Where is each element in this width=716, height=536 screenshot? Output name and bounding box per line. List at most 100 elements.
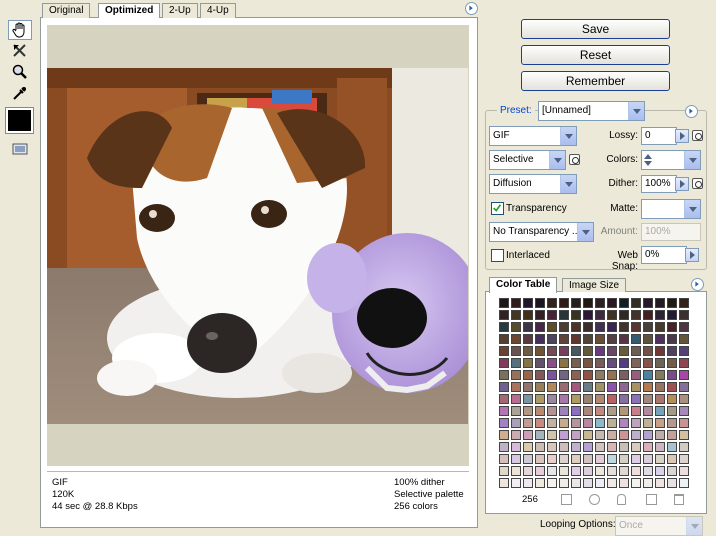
- color-swatch[interactable]: [583, 442, 593, 452]
- color-swatch[interactable]: [619, 370, 629, 380]
- color-swatch[interactable]: [535, 430, 545, 440]
- color-swatch[interactable]: [571, 454, 581, 464]
- dither-algorithm-dropdown[interactable]: Diffusion: [489, 174, 577, 194]
- color-swatch[interactable]: [511, 334, 521, 344]
- color-swatch[interactable]: [607, 418, 617, 428]
- color-swatch[interactable]: [535, 322, 545, 332]
- color-swatch[interactable]: [655, 346, 665, 356]
- color-swatch[interactable]: [643, 466, 653, 476]
- color-swatch[interactable]: [643, 334, 653, 344]
- color-swatch[interactable]: [547, 466, 557, 476]
- color-swatch[interactable]: [571, 442, 581, 452]
- color-swatch[interactable]: [595, 382, 605, 392]
- color-swatch[interactable]: [643, 370, 653, 380]
- color-swatch[interactable]: [583, 370, 593, 380]
- color-swatch[interactable]: [595, 322, 605, 332]
- settings-menu-button[interactable]: [685, 105, 698, 118]
- color-swatch[interactable]: [499, 430, 509, 440]
- eyedropper-color-swatch[interactable]: [5, 107, 34, 134]
- color-swatch[interactable]: [511, 394, 521, 404]
- color-swatch[interactable]: [631, 334, 641, 344]
- transparency-dither-dropdown[interactable]: No Transparency ...: [489, 222, 594, 242]
- color-swatch[interactable]: [499, 394, 509, 404]
- color-swatch[interactable]: [499, 478, 509, 488]
- color-swatch[interactable]: [499, 418, 509, 428]
- color-swatch[interactable]: [655, 466, 665, 476]
- color-swatch[interactable]: [511, 406, 521, 416]
- color-swatch[interactable]: [655, 358, 665, 368]
- color-swatch[interactable]: [535, 358, 545, 368]
- color-swatch[interactable]: [547, 394, 557, 404]
- color-swatch[interactable]: [499, 466, 509, 476]
- color-swatch[interactable]: [571, 346, 581, 356]
- color-swatch[interactable]: [535, 466, 545, 476]
- color-swatch[interactable]: [559, 430, 569, 440]
- web-shift-icon[interactable]: [561, 494, 572, 505]
- color-swatch[interactable]: [511, 346, 521, 356]
- color-swatch[interactable]: [559, 346, 569, 356]
- color-swatch[interactable]: [499, 442, 509, 452]
- color-swatch[interactable]: [523, 322, 533, 332]
- color-swatch[interactable]: [655, 334, 665, 344]
- reduction-mask-icon[interactable]: [569, 154, 580, 165]
- color-swatch[interactable]: [547, 322, 557, 332]
- color-swatch[interactable]: [511, 442, 521, 452]
- color-swatch[interactable]: [607, 442, 617, 452]
- color-swatch[interactable]: [655, 298, 665, 308]
- color-swatch[interactable]: [619, 310, 629, 320]
- preset-dropdown[interactable]: [Unnamed]: [538, 101, 645, 121]
- color-swatch[interactable]: [571, 310, 581, 320]
- color-swatch[interactable]: [547, 382, 557, 392]
- color-swatch[interactable]: [619, 382, 629, 392]
- color-swatch[interactable]: [679, 370, 689, 380]
- color-swatch[interactable]: [583, 334, 593, 344]
- color-swatch[interactable]: [655, 430, 665, 440]
- color-swatch[interactable]: [583, 358, 593, 368]
- color-swatch[interactable]: [535, 298, 545, 308]
- color-swatch[interactable]: [619, 394, 629, 404]
- color-swatch[interactable]: [523, 358, 533, 368]
- color-swatch[interactable]: [535, 382, 545, 392]
- reduction-dropdown[interactable]: Selective: [489, 150, 566, 170]
- color-swatch[interactable]: [559, 382, 569, 392]
- slice-select-tool-button[interactable]: [8, 41, 32, 61]
- color-swatch[interactable]: [667, 310, 677, 320]
- color-swatch[interactable]: [547, 418, 557, 428]
- color-swatch[interactable]: [571, 418, 581, 428]
- color-swatch[interactable]: [523, 382, 533, 392]
- colors-combo[interactable]: [641, 150, 701, 170]
- color-swatch[interactable]: [655, 478, 665, 488]
- color-swatch[interactable]: [643, 442, 653, 452]
- zoom-tool-button[interactable]: [8, 62, 32, 82]
- color-swatch[interactable]: [667, 334, 677, 344]
- color-swatch[interactable]: [679, 418, 689, 428]
- color-swatch[interactable]: [619, 406, 629, 416]
- tab-image-size[interactable]: Image Size: [562, 278, 627, 292]
- color-swatch[interactable]: [667, 322, 677, 332]
- color-swatch[interactable]: [583, 346, 593, 356]
- color-swatch[interactable]: [547, 310, 557, 320]
- color-swatch[interactable]: [499, 310, 509, 320]
- color-swatch[interactable]: [511, 478, 521, 488]
- color-swatch[interactable]: [667, 430, 677, 440]
- dither-arrow-icon[interactable]: [675, 177, 689, 191]
- color-swatch[interactable]: [571, 430, 581, 440]
- color-swatch[interactable]: [583, 310, 593, 320]
- color-swatch[interactable]: [499, 298, 509, 308]
- color-swatch[interactable]: [547, 442, 557, 452]
- matte-dropdown[interactable]: [641, 199, 701, 219]
- color-swatch[interactable]: [535, 454, 545, 464]
- color-swatch[interactable]: [607, 430, 617, 440]
- color-swatch[interactable]: [619, 430, 629, 440]
- color-swatch[interactable]: [583, 298, 593, 308]
- color-swatch[interactable]: [679, 406, 689, 416]
- color-swatch[interactable]: [535, 394, 545, 404]
- color-swatch[interactable]: [595, 478, 605, 488]
- toggle-slices-button[interactable]: [8, 139, 32, 159]
- color-swatch[interactable]: [643, 358, 653, 368]
- color-swatch[interactable]: [559, 442, 569, 452]
- color-swatch[interactable]: [679, 346, 689, 356]
- color-swatch[interactable]: [571, 466, 581, 476]
- tab-2up[interactable]: 2-Up: [162, 3, 198, 18]
- color-swatch[interactable]: [523, 370, 533, 380]
